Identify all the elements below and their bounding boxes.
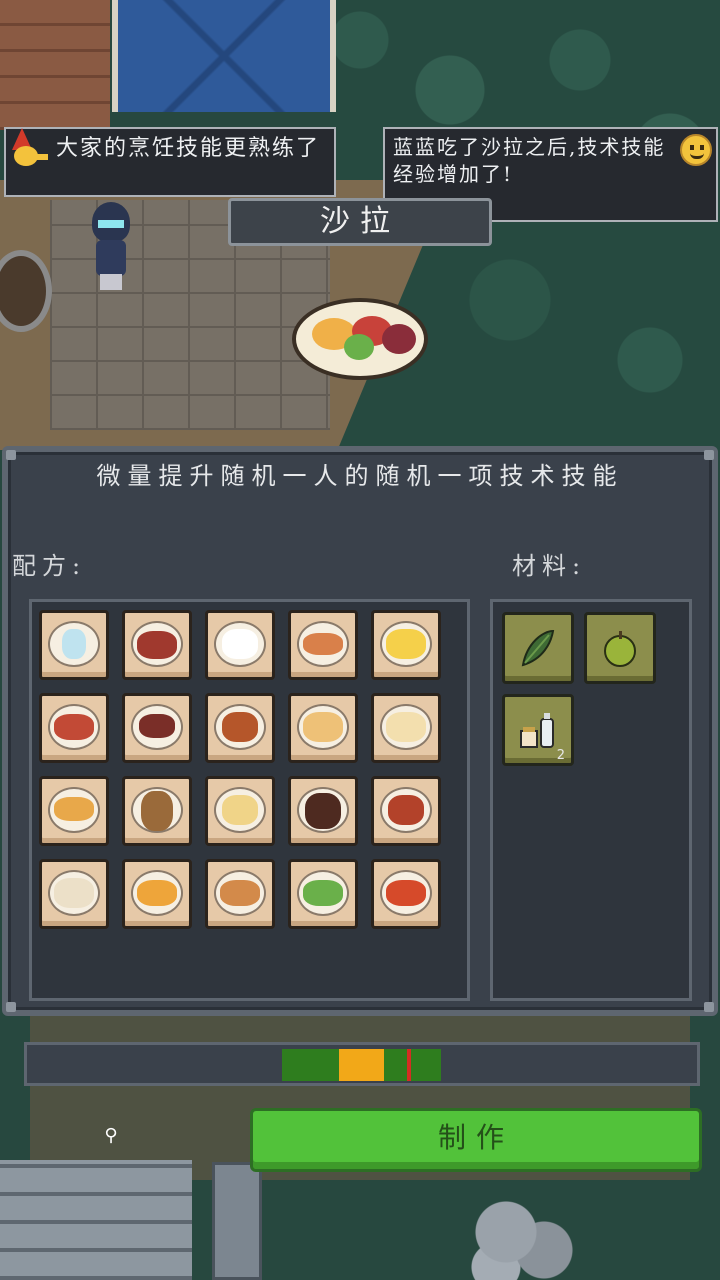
material-slot-condiments[interactable]: 2 [502, 694, 574, 766]
recipe-slot-sandwich-toast[interactable] [288, 693, 358, 763]
recipe-slot-scrambled-eggs[interactable] [371, 610, 441, 680]
recipe-slot-chocolate-cake[interactable] [288, 776, 358, 846]
green-apple-icon [595, 623, 645, 677]
blue-tent [112, 0, 336, 112]
stone-stairs [0, 1160, 192, 1280]
omelette-rice-icon [137, 880, 177, 906]
grilled-fish-icon [303, 633, 343, 655]
recipe-slot-stir-fry[interactable] [371, 859, 441, 929]
location-pin-icon[interactable]: ⚲ [104, 1126, 118, 1146]
chocolate-cake-icon [305, 793, 341, 829]
recipe-slot-dumplings[interactable] [39, 859, 109, 929]
recipe-slot-meat-sauce[interactable] [205, 693, 275, 763]
timing-cursor [407, 1049, 411, 1081]
sandwich-toast-icon [303, 712, 343, 742]
bread-bun-icon [386, 712, 426, 742]
meatballs-icon [388, 795, 424, 825]
scrambled-eggs-icon [386, 629, 426, 659]
material-count: 2 [556, 748, 565, 763]
speech-text-right: 蓝蓝吃了沙拉之后,技术技能经验增加了! [393, 135, 666, 186]
recipe-slot-water-glass[interactable] [39, 610, 109, 680]
speech-text-left: 大家的烹饪技能更熟练了 [56, 136, 321, 161]
recipe-slot-steak-plate[interactable] [122, 693, 192, 763]
gnome-avatar-icon [6, 128, 48, 172]
bread-plate-icon [222, 795, 258, 825]
salad-icon [303, 880, 343, 906]
bacon-icon [54, 714, 94, 740]
recipe-slot-burger[interactable] [122, 776, 192, 846]
meat-sauce-icon [222, 712, 258, 742]
eggs-icon [222, 629, 258, 659]
steak-icon [137, 631, 177, 659]
salad-dish-image [292, 298, 428, 380]
player-character[interactable] [86, 202, 136, 292]
recipe-slot-omelette-rice[interactable] [122, 859, 192, 929]
speech-bubble-left: 大家的烹饪技能更熟练了 [4, 127, 336, 197]
stone-pillar [212, 1162, 262, 1280]
rock-pile [466, 1192, 576, 1280]
burger-icon [141, 791, 173, 831]
condiments-icon [513, 705, 563, 759]
material-slot-green-apple[interactable] [584, 612, 656, 684]
materials-label: 材料: [512, 552, 587, 580]
smiley-avatar-icon [680, 134, 712, 166]
stir-fry-icon [386, 880, 426, 906]
brick-wall [0, 0, 110, 130]
recipe-slot-noodle-soup[interactable] [205, 859, 275, 929]
material-slot-leafy-greens[interactable] [502, 612, 574, 684]
noodle-soup-icon [220, 880, 260, 906]
steak-plate-icon [139, 714, 175, 738]
timing-perfect-zone [339, 1049, 384, 1081]
dumplings-icon [54, 878, 94, 908]
dish-effect-description: 微量提升随机一人的随机一项技术技能 [96, 462, 624, 490]
water-glass-icon [62, 629, 86, 659]
taco-icon [54, 797, 94, 821]
recipe-slot-grilled-fish[interactable] [288, 610, 358, 680]
recipe-slot-salad[interactable] [288, 859, 358, 929]
recipe-slot-bacon[interactable] [39, 693, 109, 763]
craft-button[interactable]: 制作 [250, 1108, 702, 1172]
recipe-slot-eggs[interactable] [205, 610, 275, 680]
recipe-slot-meatballs[interactable] [371, 776, 441, 846]
recipe-slot-taco[interactable] [39, 776, 109, 846]
recipe-slot-steak[interactable] [122, 610, 192, 680]
recipe-slot-bread-bun[interactable] [371, 693, 441, 763]
dish-title: 沙拉 [228, 198, 492, 246]
leafy-greens-icon [513, 623, 563, 677]
recipe-slot-bread-plate[interactable] [205, 776, 275, 846]
recipe-label: 配方: [12, 552, 87, 580]
